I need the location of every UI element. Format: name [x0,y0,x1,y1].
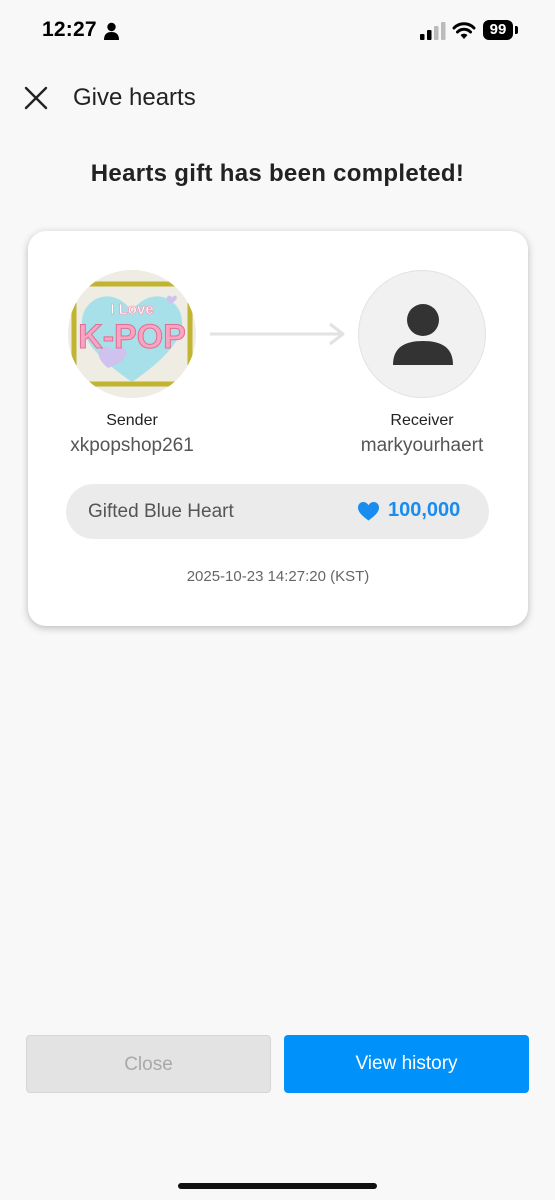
sender-avatar: I Love K-POP [68,270,196,398]
status-bar: 12:27 99 [0,0,555,62]
completion-message: Hearts gift has been completed! [90,160,465,187]
receiver-avatar [358,270,486,398]
signal-icon [420,22,446,40]
view-history-button[interactable]: View history [284,1035,529,1093]
gift-amount-pill: Gifted Blue Heart 100,000 [66,484,489,539]
default-user-icon [393,304,453,365]
page-title: Give hearts [73,84,196,111]
battery-icon: 99 [483,20,519,42]
sender-name: xkpopshop261 [70,435,194,456]
home-indicator[interactable] [178,1183,377,1189]
avatar-text-top: I Love [110,301,153,318]
person-icon [104,22,119,40]
close-button[interactable]: Close [26,1035,271,1093]
header: Give hearts [0,70,555,126]
close-icon[interactable] [22,84,50,112]
receiver-label: Receiver [390,412,454,429]
gift-amount: 100,000 [388,499,461,521]
arrow-right-icon [210,322,345,346]
gift-summary-card: I Love K-POP Sender xkpopshop261 Receive… [28,231,528,626]
blue-heart-icon [358,502,379,521]
battery-level: 99 [483,20,513,40]
avatar-text-main: K-POP [78,318,186,356]
wifi-icon [452,22,476,39]
gift-timestamp: 2025-10-23 14:27:20 (KST) [186,568,370,585]
receiver-name: markyourhaert [360,435,484,456]
sender-label: Sender [106,412,158,429]
kpop-logo-image: I Love K-POP [68,270,196,398]
gift-label: Gifted Blue Heart [88,501,234,522]
battery-tip [515,26,518,34]
status-time: 12:27 [42,18,97,41]
